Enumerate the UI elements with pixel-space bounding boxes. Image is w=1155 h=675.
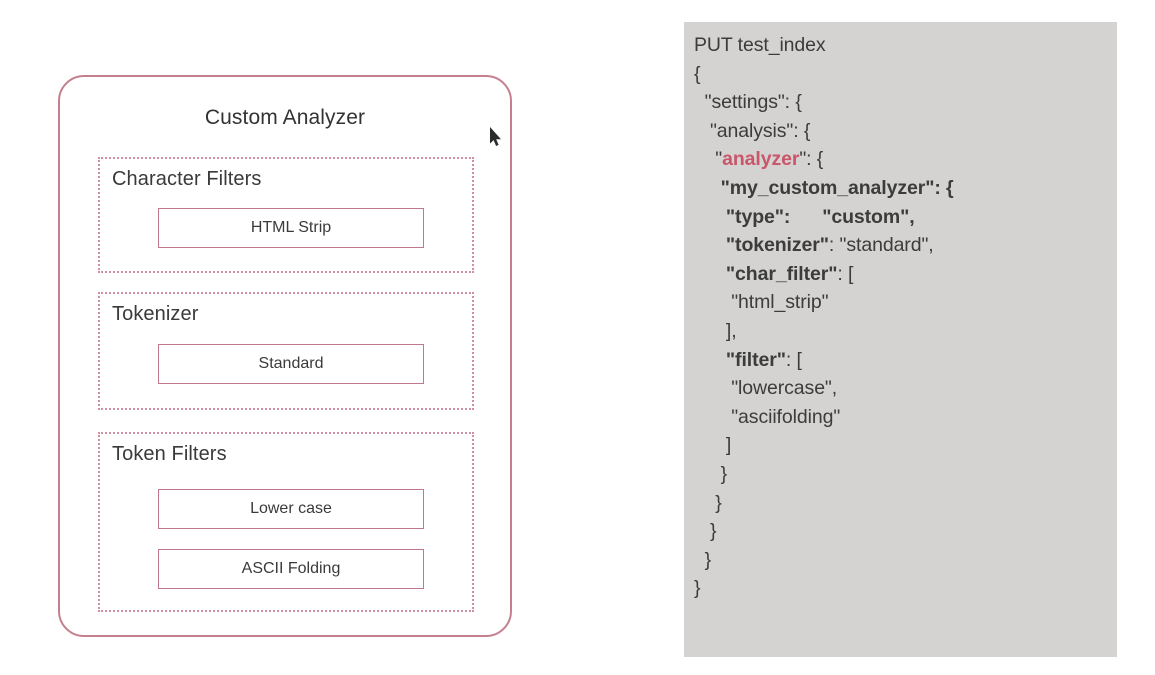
code-line: ],: [694, 319, 737, 342]
code-line: {: [694, 62, 701, 85]
code-line: "analysis": {: [694, 119, 811, 142]
code-lines: PUT test_index { "settings": { "analysis"…: [694, 31, 1117, 603]
filter-box-html-strip: HTML Strip: [158, 208, 424, 248]
code-line: }: [694, 577, 701, 600]
code-line: "analyzer": {: [694, 145, 1117, 174]
stage-character-filters: Character Filters HTML Strip: [98, 157, 474, 273]
stage-tokenizer: Tokenizer Standard: [98, 292, 474, 410]
code-line: }: [694, 520, 717, 543]
code-line: "settings": {: [694, 91, 802, 114]
code-line: "tokenizer": "standard",: [694, 231, 1117, 260]
mouse-pointer-icon: [490, 127, 501, 146]
code-line: "my_custom_analyzer": {: [694, 176, 954, 199]
code-line: }: [694, 462, 728, 485]
code-line: PUT test_index: [694, 34, 826, 56]
code-line: "type": "custom",: [694, 205, 915, 228]
code-line: ]: [694, 434, 732, 457]
code-line: "char_filter": [: [694, 260, 1117, 289]
token-filter-box-lower-case: Lower case: [158, 489, 424, 529]
code-token-value: : [: [785, 348, 802, 371]
code-line: }: [694, 491, 722, 514]
tokenizer-box-standard: Standard: [158, 344, 424, 384]
code-token: ": {: [799, 148, 824, 171]
code-line: "asciifolding": [694, 405, 841, 428]
stage-label-tokenizer: Tokenizer: [112, 303, 199, 325]
code-line: "filter": [: [694, 346, 1117, 375]
code-token-key: "char_filter": [694, 262, 838, 285]
code-line: }: [694, 548, 712, 571]
code-token-key: "filter": [694, 348, 786, 371]
stage-label-character-filters: Character Filters: [112, 168, 262, 190]
token-filter-box-ascii-folding: ASCII Folding: [158, 549, 424, 589]
custom-analyzer-container: Custom Analyzer Character Filters HTML S…: [58, 75, 512, 637]
analyzer-title: Custom Analyzer: [204, 106, 366, 129]
code-line: "html_strip": [694, 291, 829, 314]
code-token: ": [694, 148, 723, 171]
code-token-value: : [: [837, 262, 854, 285]
stage-token-filters: Token Filters Lower case ASCII Folding: [98, 432, 474, 612]
code-token-key: "tokenizer": [694, 234, 829, 257]
code-token-highlighted: analyzer: [722, 148, 800, 171]
code-token-value: : "standard",: [828, 234, 934, 257]
stage-label-token-filters: Token Filters: [112, 443, 227, 465]
json-code-panel: PUT test_index { "settings": { "analysis"…: [684, 22, 1117, 657]
code-line: "lowercase",: [694, 377, 838, 400]
